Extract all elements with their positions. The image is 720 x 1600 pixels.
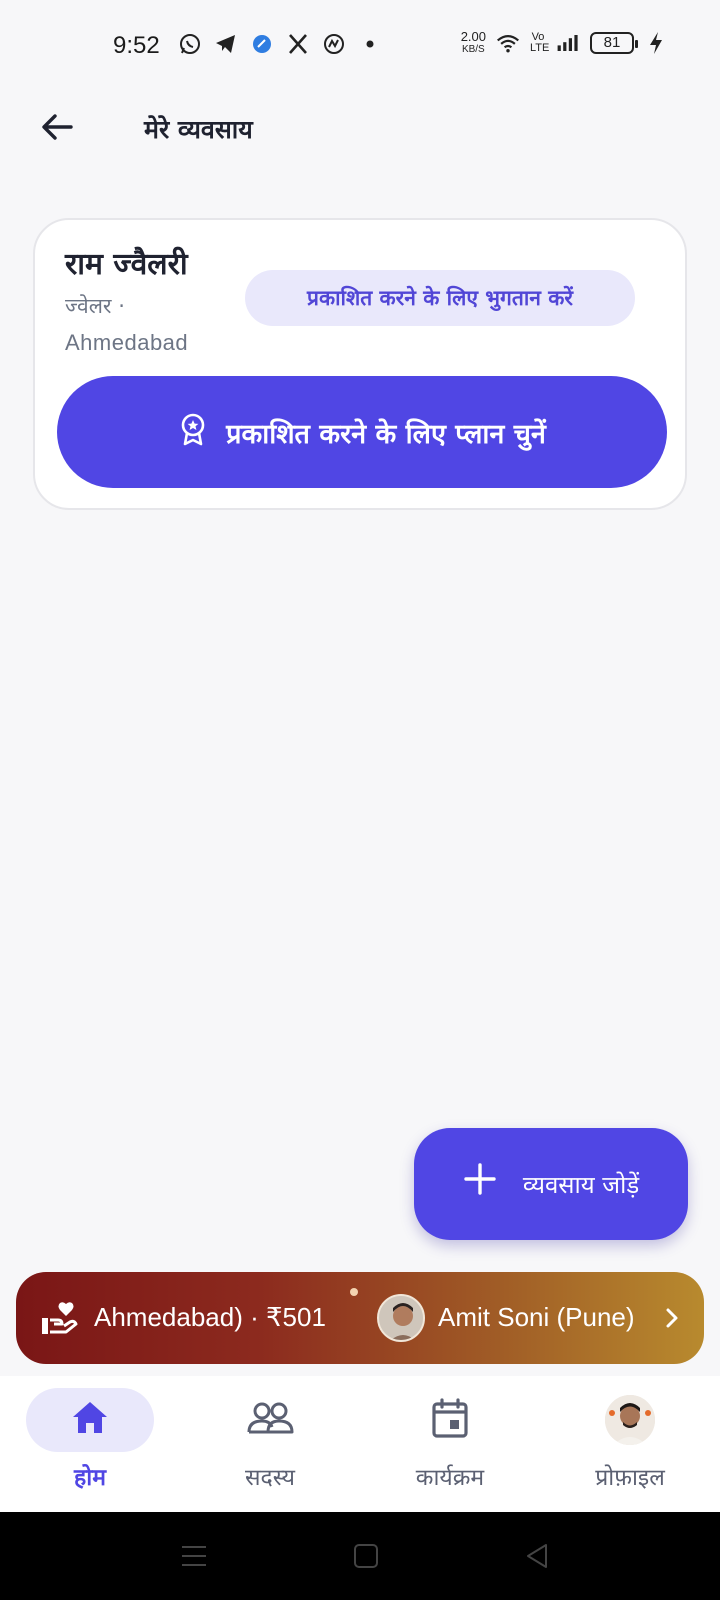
system-status-icons: 2.00 KB/S Vo LTE 81: [461, 30, 668, 56]
profile-avatar: [605, 1395, 655, 1445]
status-time: 9:52: [113, 32, 160, 59]
recents-menu-icon[interactable]: [178, 1540, 210, 1572]
choose-plan-button[interactable]: प्रकाशित करने के लिए प्लान चुनें: [57, 376, 667, 488]
ticker-separator-dot: [350, 1288, 358, 1296]
ticker-text-previous: Ahmedabad) · ₹501: [94, 1302, 326, 1332]
pay-to-publish-chip[interactable]: प्रकाशित करने के लिए भुगतान करें: [245, 270, 635, 326]
system-navigation-bar: [0, 1512, 720, 1600]
nav-item-events[interactable]: कार्यक्रम: [375, 1386, 525, 1506]
avatar: [377, 1294, 425, 1342]
business-city: Ahmedabad: [65, 330, 189, 355]
nav-item-home[interactable]: होम: [15, 1386, 165, 1506]
whatsapp-icon: [178, 32, 202, 56]
nav-label-profile: प्रोफ़ाइल: [595, 1465, 665, 1491]
nav-item-profile[interactable]: प्रोफ़ाइल: [555, 1386, 705, 1506]
calendar-icon: [430, 1397, 470, 1443]
plus-icon: [463, 1160, 497, 1204]
dot-icon: [358, 32, 382, 56]
app-header: मेरे व्यवसाय: [0, 96, 720, 166]
arrow-left-icon: [39, 109, 75, 149]
net-speed-unit: KB/S: [461, 44, 485, 55]
page-title: मेरे व्यवसाय: [144, 115, 253, 144]
donation-hand-heart-icon: [40, 1298, 80, 1338]
notification-icons: [178, 32, 382, 56]
nav-label-events: कार्यक्रम: [415, 1465, 485, 1491]
bottom-navigation: होम सदस्य कार्यक्रम प्रोफ़ाइल: [0, 1376, 720, 1512]
ticker-text-donor: Amit Soni (Pune): [438, 1302, 635, 1332]
back-button[interactable]: [32, 104, 82, 154]
wifi-icon: [496, 31, 520, 55]
telegram-icon: [214, 32, 238, 56]
net-speed: 2.00 KB/S: [461, 30, 486, 56]
business-name: राम ज्वैलरी: [65, 247, 188, 282]
choose-plan-label: प्रकाशित करने के लिए प्लान चुनें: [226, 418, 546, 450]
nav-events-icon-wrap: [386, 1388, 514, 1452]
chevron-right-icon: [662, 1298, 686, 1338]
business-card[interactable]: राम ज्वैलरी ज्वेलर · Ahmedabad प्रकाशित …: [33, 218, 687, 510]
business-category: ज्वेलर ·: [65, 294, 125, 318]
nav-item-members[interactable]: सदस्य: [195, 1386, 345, 1506]
signal-icon: [556, 31, 580, 55]
charging-icon: [644, 31, 668, 55]
nav-profile-icon-wrap: [566, 1388, 694, 1452]
add-business-button[interactable]: व्यवसाय जोड़ें: [414, 1128, 688, 1240]
nav-members-icon-wrap: [206, 1388, 334, 1452]
donation-ticker-banner[interactable]: Ahmedabad) · ₹501 Amit Soni (Pune): [16, 1272, 704, 1364]
members-icon: [246, 1400, 294, 1440]
volte-label: Vo LTE: [530, 31, 550, 54]
nav-label-members: सदस्य: [244, 1465, 296, 1491]
back-triangle-icon[interactable]: [522, 1540, 554, 1572]
home-square-icon[interactable]: [350, 1540, 382, 1572]
net-speed-value: 2.00: [460, 29, 486, 44]
status-bar: 9:52 2.00 KB/S Vo LTE 81: [0, 0, 720, 96]
home-icon: [70, 1398, 110, 1442]
award-badge-icon: [178, 412, 208, 453]
nav-label-home: होम: [74, 1465, 106, 1491]
nav-home-indicator: [26, 1388, 154, 1452]
x-icon: [286, 32, 310, 56]
app2-icon: [322, 32, 346, 56]
battery-indicator: 81: [590, 32, 638, 54]
add-business-label: व्यवसाय जोड़ें: [522, 1170, 640, 1199]
app-icon: [250, 32, 274, 56]
